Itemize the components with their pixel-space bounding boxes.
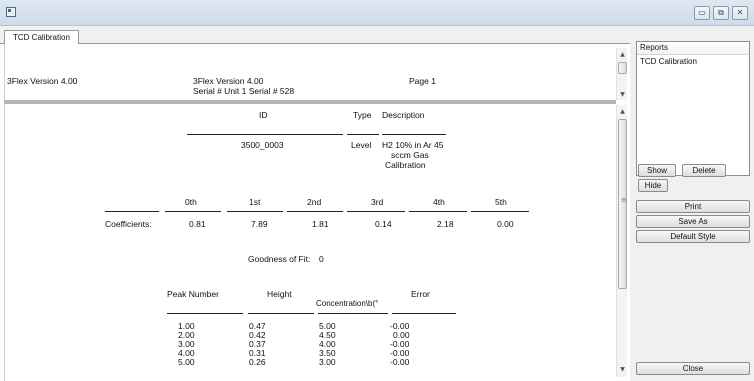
- coef-value-0: 0.81: [189, 219, 206, 229]
- app-icon: [6, 7, 16, 17]
- coef-value-5: 0.00: [497, 219, 514, 229]
- peak-header-height: Height: [267, 289, 292, 299]
- table-cell: 5.00: [178, 357, 195, 367]
- scroll-thumb[interactable]: ≡: [618, 119, 627, 289]
- default-style-button[interactable]: Default Style: [636, 230, 750, 243]
- coef-header-3rd: 3rd: [371, 197, 384, 207]
- tab-strip: TCD Calibration: [0, 26, 630, 45]
- scroll-up-icon[interactable]: ▲: [618, 50, 627, 59]
- peak-rule-3: [392, 313, 456, 314]
- table-cell: 3.00: [319, 357, 336, 367]
- coef-header-4th: 4th: [433, 197, 445, 207]
- coef-header-1st: 1st: [249, 197, 261, 207]
- type-column-label: Type: [353, 110, 372, 120]
- print-button[interactable]: Print: [636, 200, 750, 213]
- coef-rule-1: [227, 211, 283, 212]
- header-version-center: 3Flex Version 4.00: [193, 76, 264, 86]
- id-underline: [187, 134, 343, 135]
- peak-header-peak-number: Peak Number: [167, 289, 219, 299]
- save-as-button[interactable]: Save As: [636, 215, 750, 228]
- tab-tcd-calibration[interactable]: TCD Calibration: [4, 30, 79, 45]
- coef-rule-3: [347, 211, 405, 212]
- scroll-down-icon[interactable]: ▼: [618, 365, 627, 374]
- title-bar: ▭ ⧉ ✕: [0, 0, 754, 26]
- type-value: Level: [351, 140, 372, 150]
- description-underline: [382, 134, 446, 135]
- close-button[interactable]: Close: [636, 362, 750, 375]
- report-header-pane: 3Flex Version 4.00 3Flex Version 4.00 Se…: [4, 44, 616, 100]
- restore-button[interactable]: ⧉: [713, 6, 729, 20]
- report-body-pane: ID Type Description 3500_0003 Level H2 1…: [4, 104, 616, 381]
- scroll-up-icon[interactable]: ▲: [618, 107, 627, 116]
- coef-value-1: 7.89: [251, 219, 268, 229]
- description-line-3: Calibration: [385, 160, 426, 170]
- body-scrollbar[interactable]: ▲ ≡ ▼: [616, 105, 627, 377]
- coef-rule-0: [165, 211, 221, 212]
- peak-rule-0: [167, 313, 243, 314]
- coef-rule-label: [105, 211, 159, 212]
- reports-list-item[interactable]: TCD Calibration: [637, 56, 749, 68]
- header-page-number: Page 1: [409, 76, 436, 86]
- header-serial: Serial # Unit 1 Serial # 528: [193, 86, 295, 96]
- type-underline: [347, 134, 379, 135]
- peak-header-concentration: Concentration\b(°: [316, 299, 379, 308]
- id-value: 3500_0003: [241, 140, 284, 150]
- description-line-2: sccm Gas: [391, 150, 429, 160]
- coefficients-label: Coefficients:: [105, 219, 152, 229]
- coef-rule-2: [287, 211, 343, 212]
- window-controls: ▭ ⧉ ✕: [694, 6, 748, 20]
- scroll-down-icon[interactable]: ▼: [618, 90, 627, 99]
- scroll-thumb[interactable]: [618, 62, 627, 74]
- table-cell: 0.26: [249, 357, 266, 367]
- peak-rule-2: [318, 313, 388, 314]
- description-column-label: Description: [382, 110, 425, 120]
- goodness-of-fit-value: 0: [319, 254, 324, 264]
- reports-list-header: Reports: [637, 42, 749, 55]
- goodness-of-fit-label: Goodness of Fit:: [248, 254, 311, 264]
- coef-header-5th: 5th: [495, 197, 507, 207]
- reports-list[interactable]: Reports TCD Calibration: [636, 41, 750, 176]
- show-button[interactable]: Show: [638, 164, 676, 177]
- id-column-label: ID: [259, 110, 268, 120]
- coef-value-4: 2.18: [437, 219, 454, 229]
- close-window-button[interactable]: ✕: [732, 6, 748, 20]
- hide-button[interactable]: Hide: [638, 179, 668, 192]
- coef-rule-4: [409, 211, 467, 212]
- scroll-grip-icon: ≡: [621, 196, 627, 204]
- header-version-left: 3Flex Version 4.00: [7, 76, 78, 86]
- header-scrollbar[interactable]: ▲ ▼: [616, 48, 627, 100]
- minimize-button[interactable]: ▭: [694, 6, 710, 20]
- table-cell: -0.00: [390, 357, 410, 367]
- delete-button[interactable]: Delete: [682, 164, 726, 177]
- coef-rule-5: [471, 211, 529, 212]
- right-panel: Reports TCD Calibration Show Delete Hide…: [630, 26, 754, 381]
- peak-rule-1: [248, 313, 314, 314]
- coef-value-2: 1.81: [312, 219, 329, 229]
- coef-header-2nd: 2nd: [307, 197, 322, 207]
- description-line-1: H2 10% in Ar 45: [382, 140, 444, 150]
- coef-value-3: 0.14: [375, 219, 392, 229]
- coef-header-0th: 0th: [185, 197, 197, 207]
- peak-header-error: Error: [411, 289, 430, 299]
